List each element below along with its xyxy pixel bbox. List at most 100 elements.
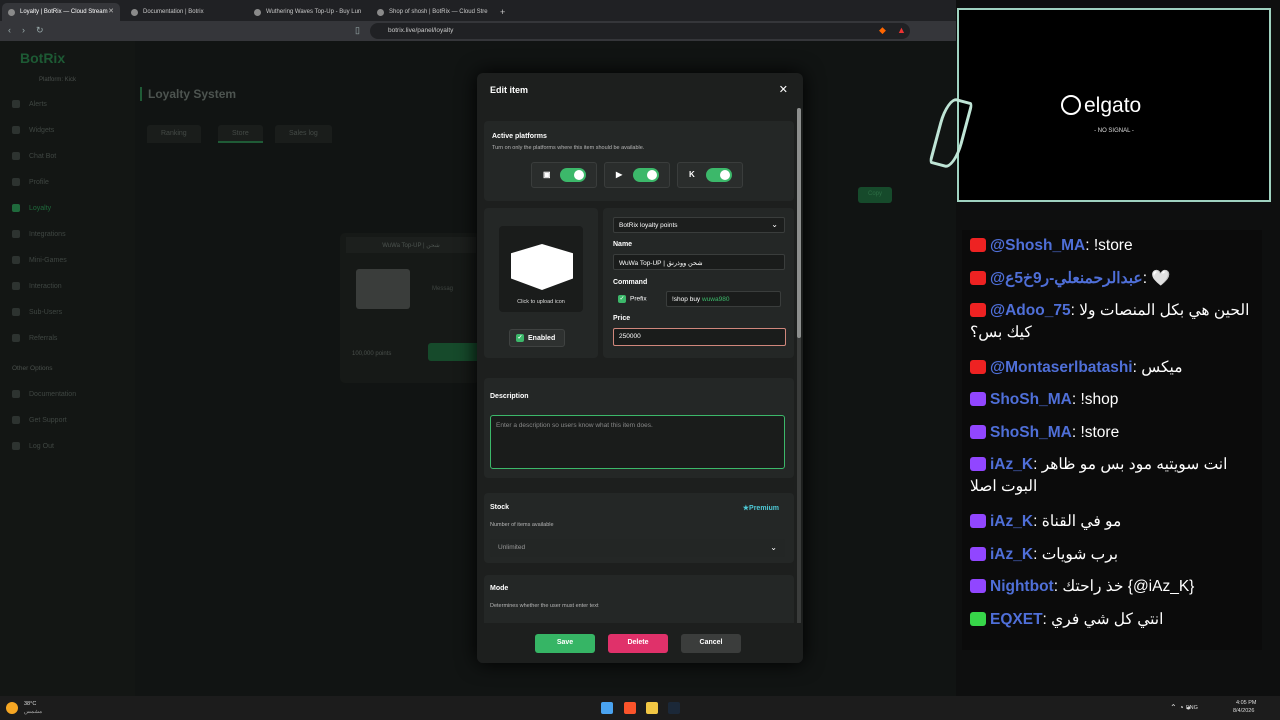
referral-icon xyxy=(12,334,20,342)
tab-sales-log[interactable]: Sales log xyxy=(275,125,332,143)
taskbar: 38°C مشمس ⌃ ◔ ◕ ENG 4:05 PM 8/4/2026 xyxy=(0,696,1280,720)
site-favicon-icon xyxy=(254,8,261,16)
botrix-favicon-icon xyxy=(377,8,384,16)
twitch-switch[interactable] xyxy=(560,168,586,182)
sidebar-item-integrations[interactable]: Integrations xyxy=(12,230,66,238)
stock-label: Stock xyxy=(490,504,510,511)
botrix-logo: BotRix xyxy=(20,50,66,66)
price-input[interactable]: 250000 xyxy=(613,328,786,346)
chat-message: Nightbot: خذ راحتك {@iAz_K} xyxy=(970,576,1260,598)
tab-loyalty[interactable]: Loyalty | BotRix — Cloud Stream ✕ xyxy=(2,3,120,21)
new-tab-button[interactable]: + xyxy=(494,3,510,21)
youtube-platform-toggle[interactable]: ▶ xyxy=(604,162,670,188)
close-icon[interactable]: ✕ xyxy=(779,83,788,96)
tab-ranking[interactable]: Ranking xyxy=(147,125,201,143)
forward-icon[interactable]: › xyxy=(22,25,25,35)
language-indicator[interactable]: ENG xyxy=(1186,705,1198,711)
chat-message: EQXET: انتي كل شي فري xyxy=(970,609,1260,631)
chevron-down-icon: ⌄ xyxy=(771,220,778,229)
tab-store[interactable]: Store xyxy=(218,125,263,143)
stock-select[interactable]: Unlimited ⌄ xyxy=(490,539,785,557)
start-icon[interactable] xyxy=(601,702,613,714)
buy-button[interactable] xyxy=(428,343,480,361)
kick-switch[interactable] xyxy=(706,168,732,182)
sidebar-item-referrals[interactable]: Referrals xyxy=(12,334,57,342)
youtube-icon xyxy=(970,303,986,317)
brave-shield-icon[interactable]: ◆ xyxy=(879,25,886,36)
sidebar-item-documentation[interactable]: Documentation xyxy=(12,390,76,398)
chat-message: @Shosh_MA: !store xyxy=(970,235,1260,257)
steam-icon[interactable] xyxy=(668,702,680,714)
tab-shop[interactable]: Shop of shosh | BotRix — Cloud Stre xyxy=(371,3,489,21)
reload-icon[interactable]: ↻ xyxy=(36,25,44,36)
twitch-platform-toggle[interactable]: ▣ xyxy=(531,162,597,188)
description-label: Description xyxy=(490,393,529,400)
prefix-checkbox[interactable]: ✓ Prefix xyxy=(618,295,647,303)
tab-wuthering-waves[interactable]: Wuthering Waves Top-Up - Buy Lun xyxy=(248,3,366,21)
address-bar-row: ‹ › ↻ ▯ botrix.live/panel/loyalty ◆ ▲ xyxy=(0,21,956,41)
sidebar-item-log-out[interactable]: Log Out xyxy=(12,442,54,450)
sidebar-item-mini-games[interactable]: Mini-Games xyxy=(12,256,67,264)
brave-icon[interactable] xyxy=(624,702,636,714)
check-icon: ✓ xyxy=(516,334,524,342)
box-icon xyxy=(356,269,410,309)
chat-message: iAz_K: انت سويتيه مود بس مو ظاهر البوت ا… xyxy=(970,456,1228,495)
botrix-favicon-icon xyxy=(131,8,138,16)
icon-upload-area[interactable]: Click to upload icon xyxy=(499,226,583,312)
enabled-checkbox[interactable]: ✓ Enabled xyxy=(509,329,565,347)
twitch-icon xyxy=(970,547,986,561)
cancel-button[interactable]: Cancel xyxy=(681,634,741,653)
grid-icon xyxy=(12,126,20,134)
weather-icon[interactable] xyxy=(6,702,18,714)
sidebar-item-sub-users[interactable]: Sub-Users xyxy=(12,308,62,316)
store-item-card[interactable]: WuWa Top-UP | شحن Messag 100,000 points xyxy=(340,233,480,383)
name-input[interactable]: WuWa Top-UP | شحن ووذرنق xyxy=(613,254,785,270)
close-tab-icon[interactable]: ✕ xyxy=(108,7,114,15)
back-icon[interactable]: ‹ xyxy=(8,25,11,35)
chat-message: iAz_K: مو في القناة xyxy=(970,511,1260,533)
page-title: Loyalty System xyxy=(140,87,236,101)
command-label: Command xyxy=(613,279,648,286)
stock-sub: Number of items available xyxy=(490,522,554,528)
twitch-icon: ▣ xyxy=(543,170,551,179)
file-explorer-icon[interactable] xyxy=(646,702,658,714)
kick-platform-toggle[interactable]: K xyxy=(677,162,743,188)
sidebar-item-alerts[interactable]: Alerts xyxy=(12,100,47,108)
store-card-message: Messag xyxy=(432,286,454,292)
upload-label: Click to upload icon xyxy=(517,299,565,305)
copy-button[interactable]: Copy xyxy=(858,187,892,203)
modal-scrollbar[interactable] xyxy=(797,108,801,628)
url-input[interactable]: botrix.live/panel/loyalty xyxy=(370,23,910,39)
doc-icon xyxy=(12,390,20,398)
mode-sub: Determines whether the user must enter t… xyxy=(490,603,599,609)
rewards-icon[interactable]: ▲ xyxy=(897,25,906,35)
youtube-switch[interactable] xyxy=(633,168,659,182)
save-button[interactable]: Save xyxy=(535,634,595,653)
description-textarea[interactable]: Enter a description so users know what t… xyxy=(490,415,785,469)
clock-date[interactable]: 8/4/2026 xyxy=(1233,708,1254,714)
sidebar-item-profile[interactable]: Profile xyxy=(12,178,49,186)
bookmark-icon[interactable]: ▯ xyxy=(355,25,360,36)
modal-title: Edit item xyxy=(490,85,529,95)
clock-time[interactable]: 4:05 PM xyxy=(1236,700,1256,706)
sidebar-item-loyalty[interactable]: Loyalty xyxy=(12,204,51,212)
command-input[interactable]: !shop buy wuwa980 xyxy=(666,291,781,307)
sidebar-item-interaction[interactable]: Interaction xyxy=(12,282,62,290)
twitch-icon xyxy=(970,392,986,406)
sidebar-item-chat-bot[interactable]: Chat Bot xyxy=(12,152,56,160)
delete-button[interactable]: Delete xyxy=(608,634,668,653)
weather-desc: مشمس xyxy=(24,709,43,715)
currency-select[interactable]: BotRix loyalty points ⌄ xyxy=(613,217,785,233)
scrollbar-thumb[interactable] xyxy=(797,108,801,338)
youtube-icon xyxy=(970,271,986,285)
tab-documentation[interactable]: Documentation | Botrix xyxy=(125,3,243,21)
kick-icon xyxy=(970,612,986,626)
chat-overlay: @Shosh_MA: !store @عبدالرحمنعلي-ر9خ5ع: 🤍… xyxy=(962,230,1262,650)
weather-temp: 38°C xyxy=(24,701,37,707)
active-platforms-title: Active platforms xyxy=(492,133,547,140)
sidebar-item-widgets[interactable]: Widgets xyxy=(12,126,54,134)
chevron-down-icon: ⌄ xyxy=(770,543,777,552)
sidebar-item-get-support[interactable]: Get Support xyxy=(12,416,67,424)
other-options-heading: Other Options xyxy=(12,365,53,372)
chat-message: @Montaserlbatashi: ميكس xyxy=(970,357,1260,379)
